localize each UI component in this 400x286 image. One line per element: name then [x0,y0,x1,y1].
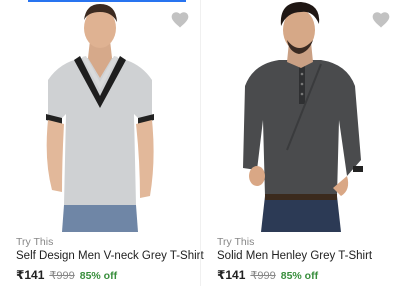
product-image[interactable] [201,0,400,232]
product-price: ₹141 [217,268,246,282]
price-row: ₹141 ₹999 85% off [16,268,117,282]
price-row: ₹141 ₹999 85% off [217,268,318,282]
product-image[interactable] [0,0,200,232]
discount-badge: 85% off [79,270,118,282]
product-price: ₹141 [16,268,45,282]
discount-badge: 85% off [280,270,319,282]
product-mrp: ₹999 [49,270,75,282]
heart-icon[interactable] [170,10,190,30]
product-tag: Try This [16,236,54,248]
product-card[interactable]: Try This Solid Men Henley Grey T-Shirt ₹… [200,0,400,286]
product-tag: Try This [217,236,255,248]
product-title[interactable]: Solid Men Henley Grey T-Shirt [217,250,372,262]
product-title[interactable]: Self Design Men V-neck Grey T-Shirt [16,250,204,262]
product-grid: Try This Self Design Men V-neck Grey T-S… [0,0,400,286]
product-mrp: ₹999 [250,270,276,282]
heart-icon[interactable] [371,10,391,30]
product-card[interactable]: Try This Self Design Men V-neck Grey T-S… [0,0,204,286]
